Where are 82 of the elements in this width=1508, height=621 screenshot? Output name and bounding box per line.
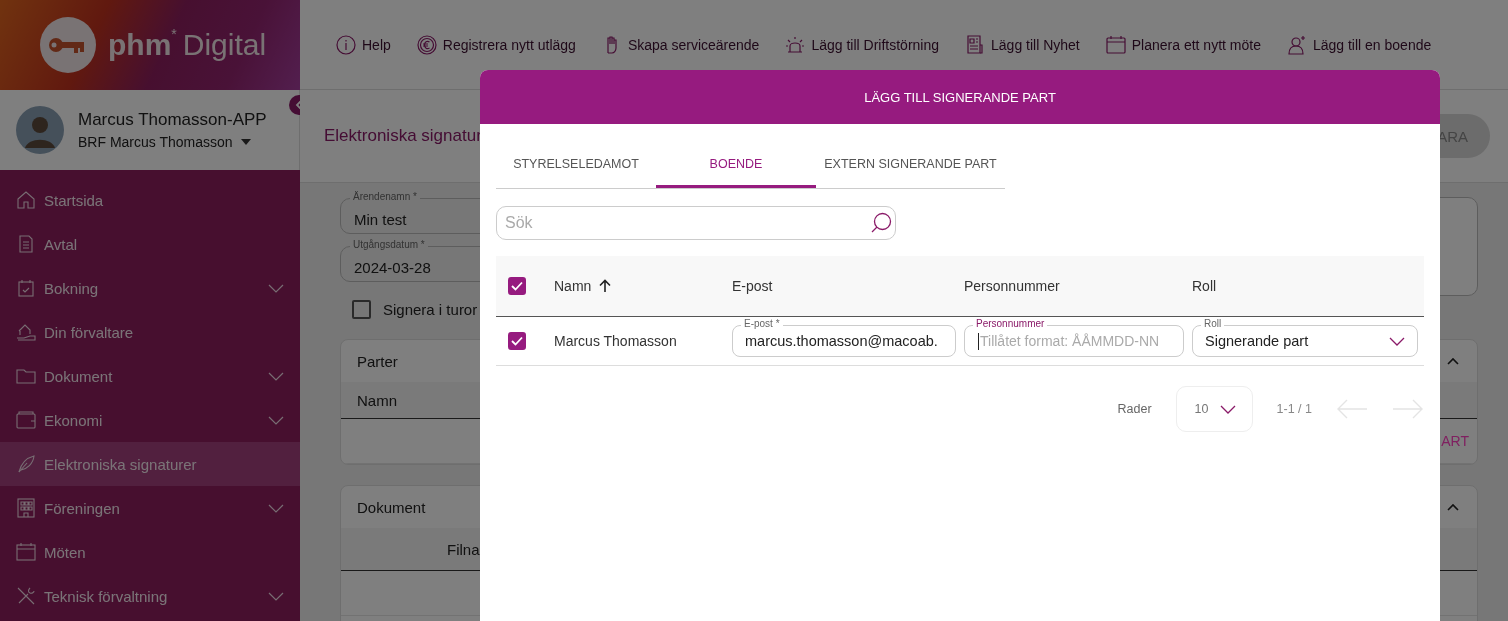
info-icon[interactable] [336, 34, 356, 55]
text-cursor [978, 332, 979, 350]
page-title: Elektroniska signatur [324, 126, 482, 146]
modal-title: LÄGG TILL SIGNERANDE PART [864, 89, 1056, 105]
rows-per-page-label: Rader [1117, 402, 1152, 416]
field-label: Roll [1201, 318, 1225, 329]
nav-item[interactable]: Ekonomi [0, 398, 300, 442]
column-header[interactable]: Personnummer [964, 278, 1060, 294]
document-icon [16, 234, 36, 254]
checkbox-label: Signera i turor [383, 301, 478, 318]
column-header: Namn [357, 391, 397, 409]
checkbox[interactable] [352, 300, 371, 319]
toolbar-button[interactable]: Lägg till en boende [1286, 34, 1432, 55]
chevron-down-icon [268, 503, 284, 513]
field-label: Utgångsdatum * [350, 239, 428, 250]
feather-icon [16, 454, 36, 474]
hand-house-icon [16, 322, 36, 342]
nav-item[interactable]: Dokument [0, 354, 300, 398]
alarm-icon[interactable] [785, 34, 806, 55]
chevron-down-icon [268, 283, 284, 293]
column-header[interactable]: E-post [732, 278, 773, 294]
person-plus-icon[interactable] [1286, 34, 1307, 55]
field-label: Ärendenamn * [350, 191, 420, 202]
panel-title: Parter [357, 352, 398, 370]
tab[interactable]: BOENDE [656, 148, 816, 188]
row-checkbox[interactable] [508, 332, 526, 350]
nav-item[interactable]: Elektroniska signaturer [0, 442, 300, 486]
profile-name: Marcus Thomasson-APP [78, 110, 267, 130]
building-icon [16, 498, 36, 518]
sort-arrow-icon[interactable] [599, 279, 612, 293]
chevron-down-icon[interactable] [1389, 336, 1405, 346]
toolbar-button[interactable]: Registrera nytt utlägg [416, 34, 576, 55]
field-label: Personnummer [973, 318, 1048, 329]
avatar [16, 106, 64, 154]
column-header: Filna [447, 540, 480, 558]
field-label: E-post * [741, 318, 783, 329]
chevron-down-icon [268, 371, 284, 381]
chevron-icon[interactable] [1447, 503, 1459, 511]
select-all-checkbox[interactable] [508, 277, 526, 295]
key-logo-icon [40, 17, 96, 73]
chevron-icon[interactable] [1447, 357, 1459, 365]
toolbar-button[interactable]: Skapa serviceärende [601, 34, 760, 55]
column-header[interactable]: Namn [554, 278, 612, 294]
table-cell: Marcus Thomasson [554, 333, 677, 349]
calendar-check-icon [16, 278, 36, 298]
tools-icon [16, 586, 36, 606]
nav-item[interactable]: Avtal [0, 222, 300, 266]
tab[interactable]: EXTERN SIGNERANDE PART [816, 148, 1005, 188]
brand-mark: * [171, 26, 177, 42]
toolbar-button[interactable]: Lägg till Nyhet [965, 34, 1080, 55]
nav-item[interactable]: Din förvaltare [0, 310, 300, 354]
brand-name: phm [108, 28, 172, 62]
folder-icon [16, 366, 36, 386]
nav-item[interactable]: Bokning [0, 266, 300, 310]
toolbar-button[interactable]: Lägg till Driftstörning [785, 34, 940, 55]
nav-item[interactable]: Startsida [0, 178, 300, 222]
page-range: 1-1 / 1 [1276, 402, 1312, 416]
news-icon[interactable] [965, 34, 986, 55]
search-icon[interactable] [870, 212, 892, 234]
chevron-down-icon [268, 591, 284, 601]
tab[interactable]: STYRELSELEDAMOT [496, 148, 656, 188]
nav-item[interactable]: Teknisk förvaltning [0, 574, 300, 618]
house-icon [16, 190, 36, 210]
euro-icon[interactable] [416, 34, 437, 55]
chevron-down-icon[interactable] [1219, 404, 1236, 414]
nav-item[interactable]: Möten [0, 530, 300, 574]
check-icon [511, 281, 523, 291]
check-icon [511, 336, 523, 346]
organization-dropdown[interactable]: BRF Marcus Thomasson [78, 134, 267, 150]
search-field[interactable]: Sök [496, 206, 896, 240]
caret-icon[interactable] [240, 139, 251, 145]
chevron-down-icon [268, 415, 284, 425]
page-size-dropdown[interactable]: 10 [1175, 386, 1253, 432]
column-header[interactable]: Roll [1192, 278, 1217, 294]
calendar-icon [16, 542, 36, 562]
toolbar-button[interactable]: Help [336, 34, 391, 55]
panel-title: Dokument [357, 498, 426, 516]
nav-item[interactable]: Föreningen [0, 486, 300, 530]
wallet-icon [16, 410, 36, 430]
toolbar-button[interactable]: Planera ett nytt möte [1105, 34, 1261, 55]
calendar-icon[interactable] [1105, 34, 1126, 55]
product-name: Digital [182, 28, 267, 62]
